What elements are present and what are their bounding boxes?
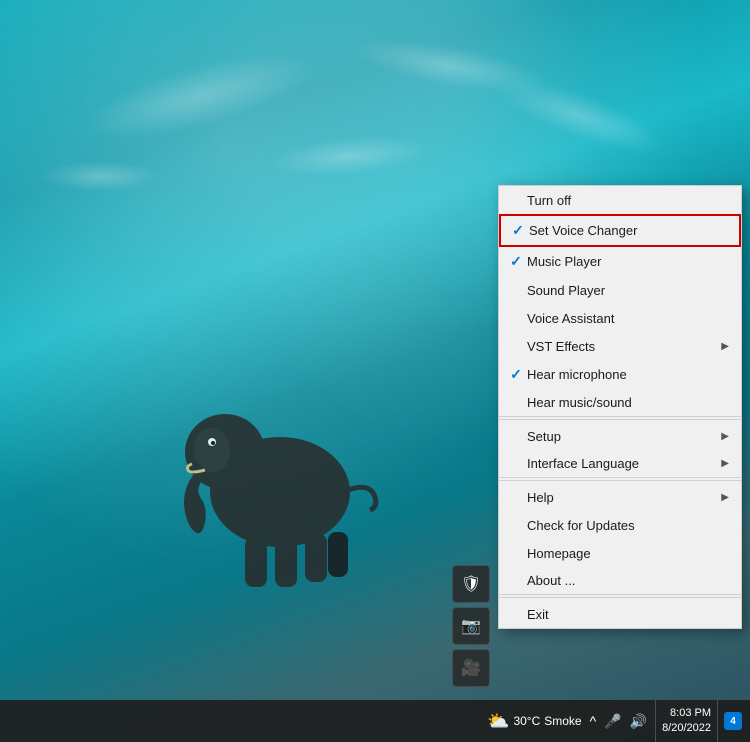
menu-label-hear-microphone: Hear microphone	[525, 367, 729, 382]
menu-check-set-voice-changer: ✓	[509, 222, 527, 239]
datetime-display[interactable]: 8:03 PM 8/20/2022	[655, 700, 718, 742]
menu-check-music-player: ✓	[507, 253, 525, 270]
menu-item-voice-assistant[interactable]: Voice Assistant	[499, 304, 741, 332]
video-icon: 🎥	[461, 658, 481, 678]
menu-separator-after-interface-language	[499, 480, 741, 481]
menu-label-set-voice-changer: Set Voice Changer	[527, 223, 727, 238]
submenu-arrow-setup: ▶	[721, 431, 729, 442]
menu-label-check-updates: Check for Updates	[525, 518, 729, 533]
temperature: 30°C	[513, 714, 540, 728]
menu-item-about[interactable]: About ...	[499, 567, 741, 595]
system-tray: ^ 🎤 🔊	[588, 711, 649, 732]
menu-item-sound-player[interactable]: Sound Player	[499, 276, 741, 304]
menu-separator-after-hear-music	[499, 419, 741, 420]
menu-item-turn-off[interactable]: Turn off	[499, 186, 741, 214]
context-menu: Turn off✓Set Voice Changer✓Music PlayerS…	[498, 185, 742, 629]
sidebar-icon-camera[interactable]: 📷	[452, 607, 490, 645]
menu-item-hear-music[interactable]: Hear music/sound	[499, 389, 741, 417]
taskbar: ⛅ 30°C Smoke ^ 🎤 🔊 8:03 PM 8/20/2022 4	[0, 700, 750, 742]
menu-label-exit: Exit	[525, 607, 729, 622]
menu-check-hear-microphone: ✓	[507, 366, 525, 383]
submenu-arrow-help: ▶	[721, 492, 729, 503]
menu-separator-after-about	[499, 597, 741, 598]
sidebar-icon-video[interactable]: 🎥	[452, 649, 490, 687]
weather-condition: Smoke	[544, 714, 581, 728]
shield-icon: 🛡	[461, 574, 481, 594]
weather-icon: ⛅	[487, 711, 509, 732]
menu-item-exit[interactable]: Exit	[499, 600, 741, 628]
camera-icon: 📷	[461, 616, 481, 636]
menu-label-music-player: Music Player	[525, 254, 729, 269]
date-display: 8/20/2022	[662, 721, 711, 736]
menu-label-vst-effects: VST Effects	[525, 339, 721, 354]
menu-item-help[interactable]: Help▶	[499, 483, 741, 511]
volume-icon[interactable]: 🔊	[628, 711, 649, 732]
taskbar-right: ⛅ 30°C Smoke ^ 🎤 🔊 8:03 PM 8/20/2022 4	[487, 700, 750, 742]
menu-item-setup[interactable]: Setup▶	[499, 422, 741, 450]
sidebar-icons-panel: 🛡 📷 🎥	[452, 565, 490, 687]
menu-label-setup: Setup	[525, 429, 721, 444]
notification-badge[interactable]: 4	[724, 712, 742, 730]
menu-label-help: Help	[525, 490, 721, 505]
microphone-icon[interactable]: 🎤	[602, 711, 623, 732]
sidebar-icon-shield[interactable]: 🛡	[452, 565, 490, 603]
menu-item-hear-microphone[interactable]: ✓Hear microphone	[499, 360, 741, 389]
menu-label-turn-off: Turn off	[525, 193, 729, 208]
time-display: 8:03 PM	[662, 706, 711, 721]
menu-label-sound-player: Sound Player	[525, 283, 729, 298]
menu-item-homepage[interactable]: Homepage	[499, 539, 741, 567]
menu-label-homepage: Homepage	[525, 546, 729, 561]
submenu-arrow-vst-effects: ▶	[721, 341, 729, 352]
menu-label-interface-language: Interface Language	[525, 456, 721, 471]
menu-label-about: About ...	[525, 573, 729, 588]
menu-item-vst-effects[interactable]: VST Effects▶	[499, 332, 741, 360]
weather-info: ⛅ 30°C Smoke	[487, 711, 582, 732]
menu-item-interface-language[interactable]: Interface Language▶	[499, 450, 741, 478]
submenu-arrow-interface-language: ▶	[721, 458, 729, 469]
chevron-up-icon[interactable]: ^	[588, 711, 599, 731]
menu-item-music-player[interactable]: ✓Music Player	[499, 247, 741, 276]
menu-label-voice-assistant: Voice Assistant	[525, 311, 729, 326]
menu-label-hear-music: Hear music/sound	[525, 395, 729, 410]
menu-item-check-updates[interactable]: Check for Updates	[499, 511, 741, 539]
menu-item-set-voice-changer[interactable]: ✓Set Voice Changer	[499, 214, 741, 247]
